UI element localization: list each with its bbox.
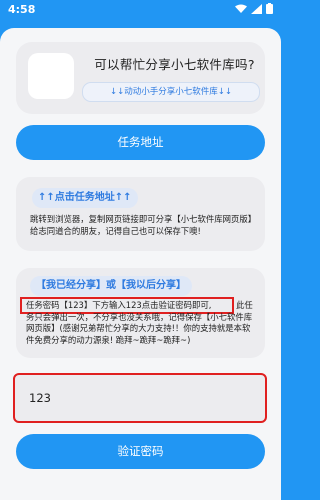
status-time: 4:58 — [8, 3, 36, 16]
status-bar: 4:58 — [0, 0, 281, 20]
battery-icon — [266, 3, 273, 14]
page-title: 可以帮忙分享小七软件库吗? — [94, 57, 255, 72]
status-icons — [235, 3, 273, 14]
password-input-value[interactable]: 123 — [29, 391, 51, 405]
share-chip: 【我已经分享】或【我以后分享】 — [30, 276, 192, 296]
signal-icon — [251, 3, 262, 14]
share-body-text: 此任务只会弹出一次，不分享也没关系哦，记得保存【小七软件库网页版】(感谢兄弟帮忙… — [26, 300, 253, 345]
instruction-chip: ↑↑点击任务地址↑↑ — [32, 188, 138, 208]
header-subtitle-badge: ↓↓动动小手分享小七软件库↓↓ — [82, 82, 260, 102]
wifi-icon — [235, 4, 247, 13]
verify-password-button[interactable]: 验证密码 — [16, 434, 265, 469]
task-address-button[interactable]: 任务地址 — [16, 125, 265, 160]
app-icon — [28, 53, 74, 99]
instruction-text: 跳转到浏览器，复制网页链接即可分享【小七软件库网页版】给志同道合的朋友，记得自己… — [30, 214, 257, 236]
password-input-field[interactable]: 123 — [13, 373, 267, 423]
